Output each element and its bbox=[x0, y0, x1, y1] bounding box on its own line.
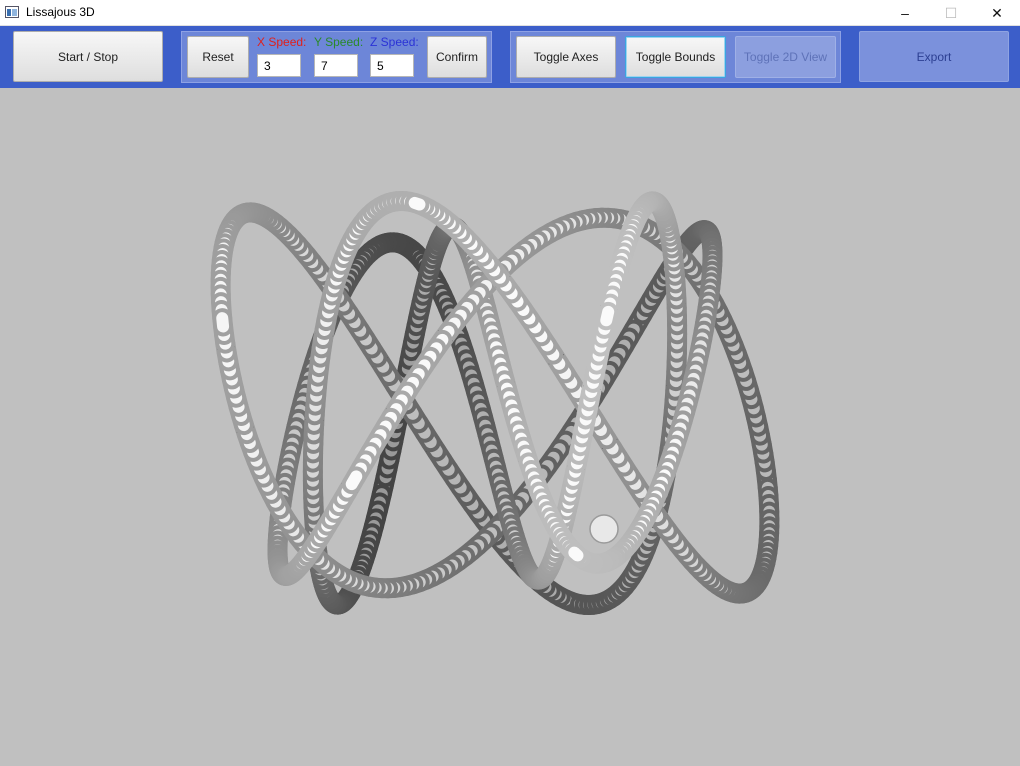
toggle-2d-view-button: Toggle 2D View bbox=[735, 36, 836, 78]
view-toggles-group: Toggle Axes Toggle Bounds Toggle 2D View bbox=[510, 31, 841, 83]
z-speed-label: Z Speed: bbox=[370, 35, 419, 49]
y-speed-input[interactable] bbox=[314, 54, 358, 77]
tube-highlight bbox=[216, 312, 230, 333]
lissajous-scene bbox=[210, 190, 780, 616]
start-stop-button[interactable]: Start / Stop bbox=[13, 31, 163, 82]
tube-highlight bbox=[408, 196, 426, 211]
lissajous-tube bbox=[210, 190, 780, 616]
y-speed-label: Y Speed: bbox=[314, 35, 364, 49]
maximize-icon[interactable]: ☐ bbox=[928, 0, 974, 26]
confirm-button[interactable]: Confirm bbox=[427, 36, 487, 78]
minimize-icon[interactable]: – bbox=[882, 0, 928, 26]
export-button[interactable]: Export bbox=[859, 31, 1009, 82]
title-bar: Lissajous 3D – ☐ ✕ bbox=[0, 0, 1020, 26]
app-window-icon bbox=[5, 6, 19, 18]
close-icon[interactable]: ✕ bbox=[974, 0, 1020, 26]
x-speed-label: X Speed: bbox=[257, 35, 307, 49]
speed-controls-group: Reset X Speed: Y Speed: Z Speed: Confirm bbox=[181, 31, 492, 83]
window-title: Lissajous 3D bbox=[26, 5, 95, 19]
toolbar: Start / Stop Reset X Speed: Y Speed: Z S… bbox=[0, 26, 1020, 88]
tube-highlight bbox=[600, 305, 615, 327]
tube-highlight bbox=[345, 470, 363, 491]
toggle-bounds-button[interactable]: Toggle Bounds bbox=[625, 36, 726, 78]
marker-sphere bbox=[589, 514, 619, 544]
reset-button[interactable]: Reset bbox=[187, 36, 249, 78]
x-speed-input[interactable] bbox=[257, 54, 301, 77]
toggle-axes-button[interactable]: Toggle Axes bbox=[516, 36, 616, 78]
tube-highlight bbox=[568, 546, 584, 562]
z-speed-input[interactable] bbox=[370, 54, 414, 77]
3d-viewport[interactable] bbox=[0, 88, 1020, 766]
